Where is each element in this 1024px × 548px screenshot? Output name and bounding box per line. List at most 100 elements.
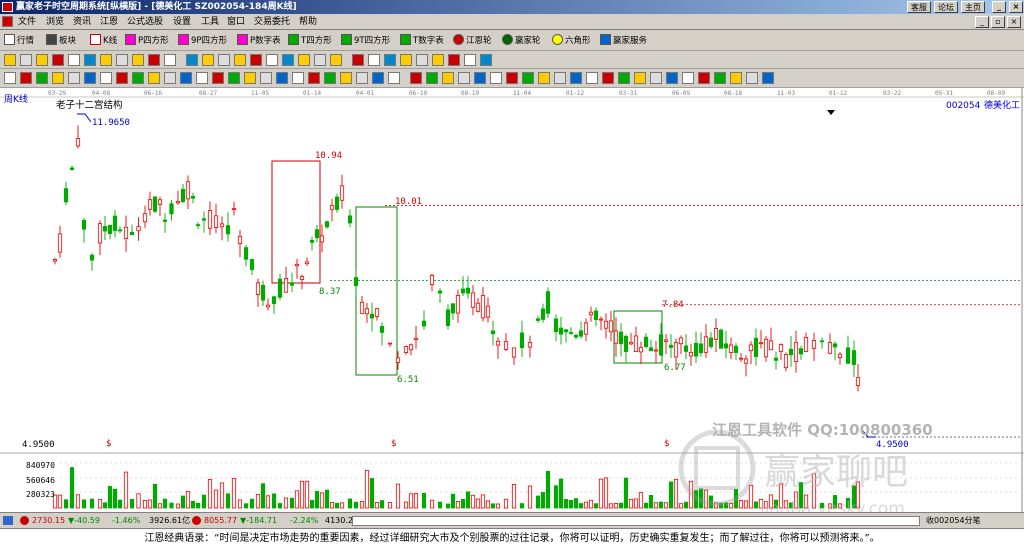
analysis-tool-icon[interactable]: [410, 72, 422, 84]
dropdown-arrow-icon[interactable]: [827, 110, 835, 115]
analysis-tool-icon[interactable]: [292, 72, 304, 84]
draw-tool-icon[interactable]: [68, 54, 80, 66]
menu-tools[interactable]: 工具: [201, 16, 219, 28]
draw-tool-icon[interactable]: [52, 54, 64, 66]
analysis-tool-icon[interactable]: [554, 72, 566, 84]
draw-tool-icon[interactable]: [314, 54, 326, 66]
customer-service-link[interactable]: 客服: [907, 1, 931, 13]
analysis-tool-icon[interactable]: [340, 72, 352, 84]
menu-trade[interactable]: 交易委托: [254, 16, 290, 28]
draw-tool-icon[interactable]: [250, 54, 262, 66]
menu-info[interactable]: 资讯: [73, 16, 91, 28]
analysis-tool-icon[interactable]: [260, 72, 272, 84]
draw-tool-icon[interactable]: [36, 54, 48, 66]
draw-tool-icon[interactable]: [186, 54, 198, 66]
9p-square-button[interactable]: 9P四方形: [178, 34, 227, 48]
draw-tool-icon[interactable]: [330, 54, 342, 66]
analysis-tool-icon[interactable]: [228, 72, 240, 84]
quotes-button[interactable]: 行情: [4, 34, 34, 48]
hexagon-button[interactable]: 六角形: [552, 34, 591, 48]
kline-chart[interactable]: 03-29 04-08 06-16 08-27 11-05 01-14 04-01 06-10…: [0, 88, 1024, 512]
9t-square-button[interactable]: 9T四方形: [341, 34, 390, 48]
draw-tool-icon[interactable]: [132, 54, 144, 66]
gann-wheel-button[interactable]: 江恩轮: [453, 34, 492, 48]
draw-tool-icon[interactable]: [116, 54, 128, 66]
analysis-tool-icon[interactable]: [458, 72, 470, 84]
close-icon[interactable]: ×: [1009, 1, 1023, 13]
t-square-button[interactable]: T四方形: [288, 34, 332, 48]
kline-button[interactable]: K线: [90, 34, 117, 48]
analysis-tool-icon[interactable]: [20, 72, 32, 84]
analysis-tool-icon[interactable]: [388, 72, 400, 84]
analysis-tool-icon[interactable]: [474, 72, 486, 84]
draw-tool-icon[interactable]: [480, 54, 492, 66]
menu-gann[interactable]: 江恩: [100, 16, 118, 28]
analysis-tool-icon[interactable]: [634, 72, 646, 84]
draw-tool-icon[interactable]: [432, 54, 444, 66]
analysis-tool-icon[interactable]: [586, 72, 598, 84]
analysis-tool-icon[interactable]: [308, 72, 320, 84]
winner-wheel-button[interactable]: 赢家轮: [502, 34, 541, 48]
analysis-tool-icon[interactable]: [148, 72, 160, 84]
menu-file[interactable]: 文件: [18, 16, 36, 28]
ticks-link[interactable]: 收002054分笔: [926, 513, 981, 528]
p-table-button[interactable]: P数字表: [237, 34, 281, 48]
analysis-tool-icon[interactable]: [570, 72, 582, 84]
analysis-tool-icon[interactable]: [68, 72, 80, 84]
t-table-button[interactable]: T数字表: [400, 34, 444, 48]
analysis-tool-icon[interactable]: [602, 72, 614, 84]
analysis-tool-icon[interactable]: [164, 72, 176, 84]
analysis-tool-icon[interactable]: [84, 72, 96, 84]
draw-tool-icon[interactable]: [266, 54, 278, 66]
analysis-tool-icon[interactable]: [116, 72, 128, 84]
menu-browse[interactable]: 浏览: [46, 16, 64, 28]
analysis-tool-icon[interactable]: [730, 72, 742, 84]
analysis-tool-icon[interactable]: [506, 72, 518, 84]
analysis-tool-icon[interactable]: [100, 72, 112, 84]
analysis-tool-icon[interactable]: [132, 72, 144, 84]
draw-tool-icon[interactable]: [384, 54, 396, 66]
analysis-tool-icon[interactable]: [762, 72, 774, 84]
draw-tool-icon[interactable]: [148, 54, 160, 66]
draw-tool-icon[interactable]: [218, 54, 230, 66]
draw-tool-icon[interactable]: [416, 54, 428, 66]
forum-link[interactable]: 论坛: [934, 1, 958, 13]
horizontal-scrollbar[interactable]: [352, 516, 920, 526]
draw-tool-icon[interactable]: [448, 54, 460, 66]
child-restore-icon[interactable]: ▫: [991, 16, 1005, 28]
draw-tool-icon[interactable]: [400, 54, 412, 66]
analysis-tool-icon[interactable]: [180, 72, 192, 84]
draw-tool-icon[interactable]: [352, 54, 364, 66]
analysis-tool-icon[interactable]: [618, 72, 630, 84]
analysis-tool-icon[interactable]: [276, 72, 288, 84]
p-square-button[interactable]: P四方形: [125, 34, 169, 48]
analysis-tool-icon[interactable]: [714, 72, 726, 84]
analysis-tool-icon[interactable]: [4, 72, 16, 84]
draw-tool-icon[interactable]: [100, 54, 112, 66]
draw-tool-icon[interactable]: [4, 54, 16, 66]
menu-formula[interactable]: 公式选股: [127, 16, 163, 28]
analysis-tool-icon[interactable]: [746, 72, 758, 84]
draw-tool-icon[interactable]: [368, 54, 380, 66]
analysis-tool-icon[interactable]: [36, 72, 48, 84]
sectors-button[interactable]: 板块: [46, 34, 76, 48]
menu-window[interactable]: 窗口: [227, 16, 245, 28]
draw-tool-icon[interactable]: [164, 54, 176, 66]
analysis-tool-icon[interactable]: [356, 72, 368, 84]
analysis-tool-icon[interactable]: [666, 72, 678, 84]
draw-tool-icon[interactable]: [234, 54, 246, 66]
draw-tool-icon[interactable]: [84, 54, 96, 66]
home-link[interactable]: 主页: [961, 1, 985, 13]
analysis-tool-icon[interactable]: [682, 72, 694, 84]
analysis-tool-icon[interactable]: [650, 72, 662, 84]
analysis-tool-icon[interactable]: [426, 72, 438, 84]
document-icon[interactable]: [2, 16, 13, 27]
draw-tool-icon[interactable]: [202, 54, 214, 66]
winner-service-button[interactable]: 赢家服务: [600, 34, 647, 48]
draw-tool-icon[interactable]: [20, 54, 32, 66]
draw-tool-icon[interactable]: [464, 54, 476, 66]
analysis-tool-icon[interactable]: [196, 72, 208, 84]
draw-tool-icon[interactable]: [282, 54, 294, 66]
analysis-tool-icon[interactable]: [244, 72, 256, 84]
child-minimize-icon[interactable]: _: [975, 16, 989, 28]
